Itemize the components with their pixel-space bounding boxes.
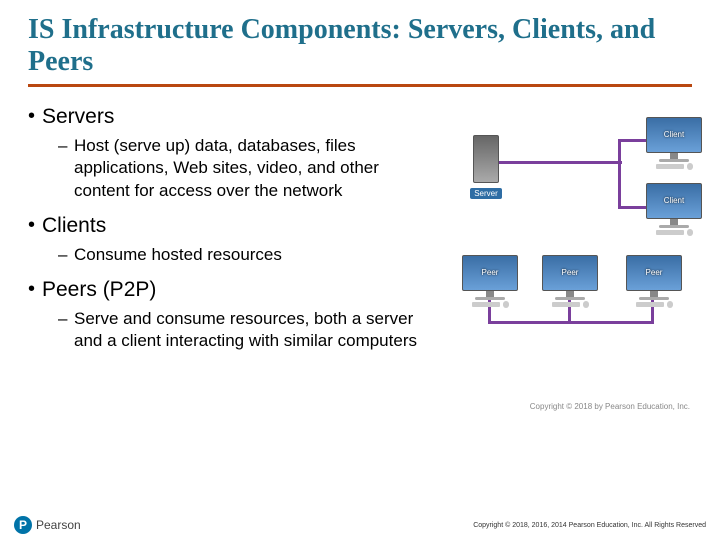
peer-node: Peer [618,255,690,308]
bullet-peers: Peers (P2P) [28,278,418,302]
wire [618,139,621,209]
monitor-icon: Peer [462,255,518,291]
bullet-clients: Clients [28,214,418,238]
monitor-icon: Peer [626,255,682,291]
monitor-base [475,297,505,300]
slide: IS Infrastructure Components: Servers, C… [0,0,720,540]
keyboard-mouse [618,302,690,308]
client-node: Client [638,117,710,170]
pearson-logo-text: Pearson [36,518,81,532]
client-screen-label: Client [647,118,701,152]
pearson-logo-icon: P [14,516,32,534]
bullet-servers-sub: Host (serve up) data, databases, files a… [28,135,418,201]
monitor-icon: Client [646,117,702,153]
client-screen-label: Client [647,184,701,218]
monitor-base [659,159,689,162]
footer: P Pearson Copyright © 2018, 2016, 2014 P… [0,516,720,534]
keyboard-mouse [638,230,710,236]
keyboard-mouse [454,302,526,308]
server-node: Server [450,135,522,201]
monitor-base [639,297,669,300]
footer-copyright: Copyright © 2018, 2016, 2014 Pearson Edu… [473,522,706,529]
title-underline [28,84,692,87]
monitor-icon: Client [646,183,702,219]
server-icon [473,135,499,183]
client-node: Client [638,183,710,236]
monitor-base [555,297,585,300]
peer-screen-label: Peer [463,256,517,290]
slide-title: IS Infrastructure Components: Servers, C… [28,14,692,78]
peer-node: Peer [534,255,606,308]
peer-diagram: Peer Peer Peer Copyright © [428,281,692,401]
figure-copyright: Copyright © 2018 by Pearson Education, I… [530,402,690,411]
pearson-logo: P Pearson [14,516,81,534]
keyboard-mouse [534,302,606,308]
bullet-peers-sub: Serve and consume resources, both a serv… [28,308,418,352]
monitor-base [659,225,689,228]
server-label: Server [470,188,502,199]
client-server-diagram: Server Client Client [428,121,692,251]
peer-screen-label: Peer [543,256,597,290]
keyboard-mouse [638,164,710,170]
bullet-servers: Servers [28,105,418,129]
text-column: Servers Host (serve up) data, databases,… [28,97,418,401]
peer-screen-label: Peer [627,256,681,290]
content-columns: Servers Host (serve up) data, databases,… [28,97,692,401]
wire [488,321,654,324]
image-column: Server Client Client [418,97,692,401]
monitor-icon: Peer [542,255,598,291]
peer-node: Peer [454,255,526,308]
bullet-clients-sub: Consume hosted resources [28,244,418,266]
